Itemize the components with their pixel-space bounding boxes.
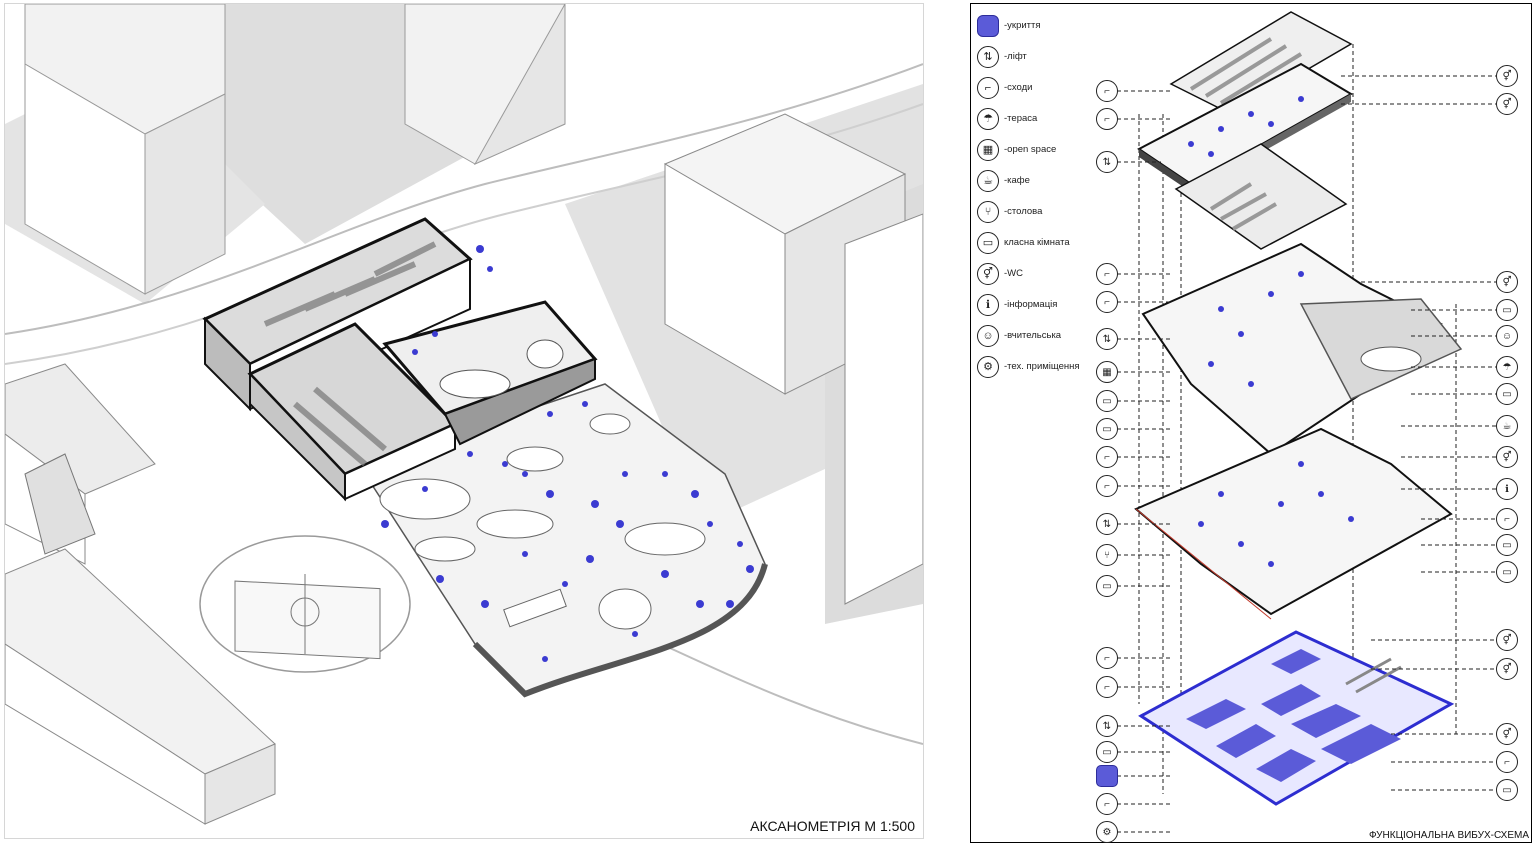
teachers-room-icon: ☺ bbox=[977, 324, 999, 347]
legend-item-open-space: ▦ -open space bbox=[977, 134, 1097, 165]
wc-icon: ⚥ bbox=[1496, 271, 1518, 293]
tall-building-far-right bbox=[844, 213, 924, 605]
classroom-icon: ▭ bbox=[1496, 779, 1518, 801]
stairs-icon: ⌐ bbox=[1496, 751, 1518, 773]
information-icon: ℹ bbox=[977, 293, 999, 316]
stairs-icon: ⌐ bbox=[1096, 475, 1118, 497]
legend-item-shelter: -укриття bbox=[977, 10, 1097, 41]
axonometry-caption: АКСАНОМЕТРІЯ М 1:500 bbox=[750, 818, 915, 834]
legend-item-terrace: ☂ -тераса bbox=[977, 103, 1097, 134]
classroom-icon: ▭ bbox=[1496, 561, 1518, 583]
classroom-icon: ▭ bbox=[1496, 299, 1518, 321]
legend-label: -тераса bbox=[1004, 113, 1038, 124]
shelter-icon bbox=[977, 14, 999, 37]
wc-icon: ⚥ bbox=[1496, 629, 1518, 651]
legend-item-classroom: ▭ класна кімната bbox=[977, 227, 1097, 258]
open-space-icon: ▦ bbox=[977, 138, 999, 161]
stairs-icon: ⌐ bbox=[1096, 676, 1118, 698]
axonometry-panel: АКСАНОМЕТРІЯ М 1:500 bbox=[4, 2, 924, 839]
stairs-icon: ⌐ bbox=[977, 76, 999, 99]
stairs-icon: ⌐ bbox=[1096, 108, 1118, 130]
shelter-icon bbox=[1096, 765, 1118, 787]
exploded-diagram-caption: ФУНКЦІОНАЛЬНА ВИБУХ-СХЕМА bbox=[1369, 830, 1529, 841]
classroom-icon: ▭ bbox=[1096, 390, 1118, 412]
terrace-icon: ☂ bbox=[977, 107, 999, 130]
stairs-icon: ⌐ bbox=[1096, 291, 1118, 313]
classroom-icon: ▭ bbox=[1496, 383, 1518, 405]
teachers-room-icon: ☺ bbox=[1496, 325, 1518, 347]
classroom-icon: ▭ bbox=[1096, 575, 1118, 597]
legend-label: -ліфт bbox=[1004, 51, 1027, 62]
axonometry-drawing bbox=[4, 2, 924, 838]
legend: -укриття ⇅ -ліфт ⌐ -сходи ☂ -тераса ▦ -o… bbox=[977, 10, 1097, 382]
stairs-icon: ⌐ bbox=[1496, 508, 1518, 530]
floor-basement-shelter bbox=[1138, 630, 1455, 806]
open-space-icon: ▦ bbox=[1096, 361, 1118, 383]
legend-item-teachers-room: ☺ -вчительська bbox=[977, 320, 1097, 351]
classroom-icon: ▭ bbox=[1096, 741, 1118, 763]
stairs-icon: ⌐ bbox=[1096, 80, 1118, 102]
legend-label: -інформація bbox=[1004, 299, 1058, 310]
stairs-icon: ⌐ bbox=[1096, 446, 1118, 468]
technical-room-icon: ⚙ bbox=[1096, 821, 1118, 843]
legend-item-stairs: ⌐ -сходи bbox=[977, 72, 1097, 103]
wc-icon: ⚥ bbox=[1496, 446, 1518, 468]
legend-item-technical-room: ⚙ -тех. приміщення bbox=[977, 351, 1097, 382]
exploded-diagram-panel: -укриття ⇅ -ліфт ⌐ -сходи ☂ -тераса ▦ -o… bbox=[970, 3, 1532, 843]
elevator-icon: ⇅ bbox=[1096, 715, 1118, 737]
cafe-icon: ☕ bbox=[1496, 415, 1518, 437]
elevator-icon: ⇅ bbox=[1096, 151, 1118, 173]
terrace-icon: ☂ bbox=[1496, 356, 1518, 378]
cafe-icon: ☕ bbox=[977, 169, 999, 192]
legend-label: -вчительська bbox=[1004, 330, 1062, 341]
legend-label: -WC bbox=[1004, 268, 1023, 279]
legend-item-cafe: ☕ -кафе bbox=[977, 165, 1097, 196]
legend-item-information: ℹ -інформація bbox=[977, 289, 1097, 320]
legend-label: класна кімната bbox=[1004, 237, 1070, 248]
elevator-icon: ⇅ bbox=[977, 45, 999, 68]
dining-icon: ⑂ bbox=[1096, 544, 1118, 566]
wc-icon: ⚥ bbox=[1496, 93, 1518, 115]
legend-item-elevator: ⇅ -ліфт bbox=[977, 41, 1097, 72]
wc-icon: ⚥ bbox=[1496, 723, 1518, 745]
wc-icon: ⚥ bbox=[1496, 658, 1518, 680]
stairs-icon: ⌐ bbox=[1096, 793, 1118, 815]
legend-label: -кафе bbox=[1004, 175, 1030, 186]
technical-room-icon: ⚙ bbox=[977, 355, 999, 378]
classroom-icon: ▭ bbox=[1496, 534, 1518, 556]
stairs-icon: ⌐ bbox=[1096, 263, 1118, 285]
legend-label: -тех. приміщення bbox=[1004, 361, 1080, 372]
dining-icon: ⑂ bbox=[977, 200, 999, 223]
information-icon: ℹ bbox=[1496, 478, 1518, 500]
classroom-icon: ▭ bbox=[1096, 418, 1118, 440]
legend-label: -сходи bbox=[1004, 82, 1033, 93]
legend-label: -укриття bbox=[1004, 20, 1041, 31]
legend-label: -open space bbox=[1004, 144, 1057, 155]
stairs-icon: ⌐ bbox=[1096, 647, 1118, 669]
legend-label: -столова bbox=[1004, 206, 1043, 217]
classroom-icon: ▭ bbox=[977, 231, 999, 254]
elevator-icon: ⇅ bbox=[1096, 328, 1118, 350]
elevator-icon: ⇅ bbox=[1096, 513, 1118, 535]
legend-item-wc: ⚥ -WC bbox=[977, 258, 1097, 289]
wc-icon: ⚥ bbox=[977, 262, 999, 285]
wc-icon: ⚥ bbox=[1496, 65, 1518, 87]
legend-item-dining: ⑂ -столова bbox=[977, 196, 1097, 227]
